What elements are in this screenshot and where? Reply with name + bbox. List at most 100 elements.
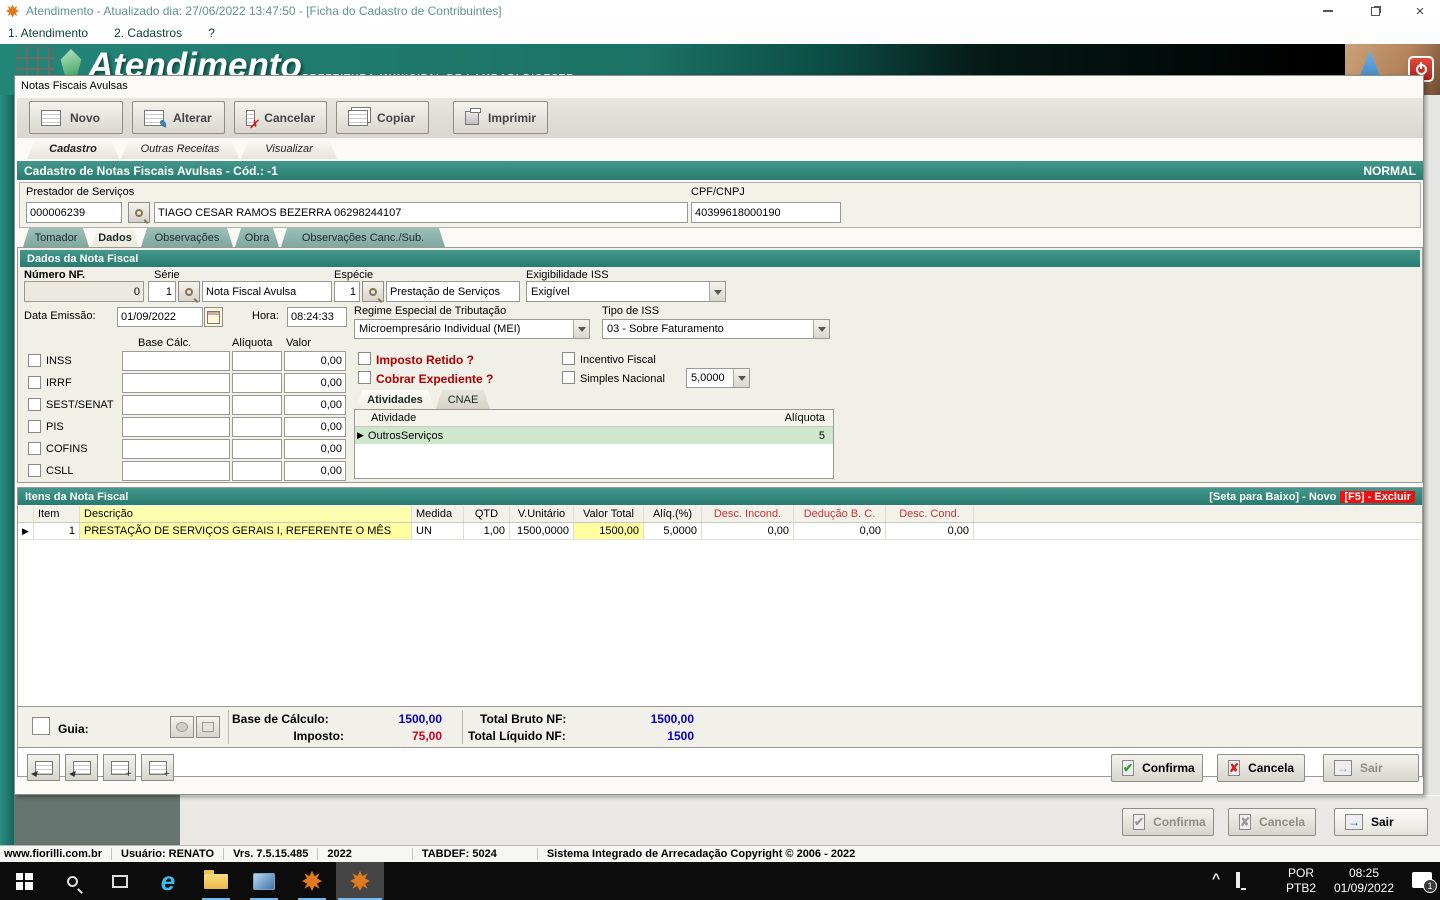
prestador-code-input[interactable] bbox=[26, 202, 122, 223]
menu-help[interactable]: ? bbox=[208, 26, 215, 40]
imposto-retido-checkbox[interactable] bbox=[358, 352, 371, 365]
cpf-input[interactable] bbox=[691, 202, 841, 223]
tab-visualizar[interactable]: Visualizar bbox=[241, 139, 337, 159]
inss-aliquota-input[interactable] bbox=[232, 351, 282, 371]
taskbar-blue-app-button[interactable] bbox=[240, 862, 288, 900]
start-button[interactable] bbox=[0, 862, 48, 900]
tray-network-button[interactable] bbox=[1236, 874, 1240, 886]
irrf-valor-input[interactable] bbox=[284, 373, 346, 393]
irrf-aliquota-input[interactable] bbox=[232, 373, 282, 393]
pis-checkbox[interactable] bbox=[28, 420, 41, 433]
sest-senat-aliquota-input[interactable] bbox=[232, 395, 282, 415]
csll-checkbox[interactable] bbox=[28, 464, 41, 477]
taskbar-explorer-button[interactable] bbox=[192, 862, 240, 900]
tab-obra[interactable]: Obra bbox=[235, 228, 279, 247]
cofins-base-input[interactable] bbox=[122, 439, 230, 459]
csll-valor-input[interactable] bbox=[284, 461, 346, 481]
parent-confirma-button[interactable]: ✔ Confirma bbox=[1122, 808, 1214, 836]
serie-input[interactable] bbox=[148, 281, 176, 302]
nav-insert-record-button[interactable]: + bbox=[103, 754, 136, 781]
tab-atividades[interactable]: Atividades bbox=[356, 390, 434, 409]
inss-valor-input[interactable] bbox=[284, 351, 346, 371]
menu-atendimento[interactable]: 1. Atendimento bbox=[8, 26, 88, 40]
minimize-button[interactable] bbox=[1308, 0, 1348, 22]
guia-print-button[interactable] bbox=[170, 716, 194, 738]
serie-desc-input[interactable] bbox=[202, 281, 332, 302]
task-view-button[interactable] bbox=[96, 862, 144, 900]
item-row[interactable]: ▶ 1 PRESTAÇÃO DE SERVIÇOS GERAIS I, REFE… bbox=[18, 523, 1422, 540]
totals-separator-2 bbox=[462, 710, 463, 744]
taskbar-fiorilli-app2-button[interactable] bbox=[336, 862, 384, 900]
copiar-button[interactable]: Copiar bbox=[336, 101, 429, 134]
hora-input[interactable] bbox=[287, 307, 347, 327]
tab-observacoes[interactable]: Observações bbox=[141, 228, 233, 247]
cancelar-button[interactable]: ✗ Cancelar bbox=[234, 101, 327, 134]
sair-button[interactable]: → Sair bbox=[1323, 754, 1419, 782]
inss-base-input[interactable] bbox=[122, 351, 230, 371]
parent-window-panel: ✔ Confirma ✘ Cancela → Sair bbox=[180, 795, 1440, 845]
incentivo-fiscal-checkbox[interactable] bbox=[562, 352, 575, 365]
pis-aliquota-input[interactable] bbox=[232, 417, 282, 437]
tab-tomador[interactable]: Tomador bbox=[23, 228, 89, 247]
alterar-button[interactable]: ✎ Alterar bbox=[132, 101, 225, 134]
menu-cadastros[interactable]: 2. Cadastros bbox=[114, 26, 182, 40]
csll-aliquota-input[interactable] bbox=[232, 461, 282, 481]
restore-button[interactable] bbox=[1355, 0, 1395, 22]
inss-checkbox[interactable] bbox=[28, 354, 41, 367]
tab-dados[interactable]: Dados bbox=[91, 228, 139, 247]
tab-cadastro[interactable]: Cadastro bbox=[27, 139, 119, 159]
nav-first-record-button[interactable]: ◀ bbox=[27, 754, 60, 781]
cancela-button[interactable]: ✘ Cancela bbox=[1217, 754, 1305, 782]
simples-nacional-checkbox[interactable] bbox=[562, 371, 575, 384]
tray-chevron-button[interactable]: ^ bbox=[1212, 870, 1220, 886]
tipo-iss-select[interactable]: 03 - Sobre Faturamento bbox=[602, 319, 830, 339]
guia-preview-button[interactable] bbox=[196, 716, 220, 738]
nav-prev-record-button[interactable]: ◀ bbox=[65, 754, 98, 781]
imprimir-button[interactable]: Imprimir bbox=[453, 101, 548, 134]
edit-document-icon: ✎ bbox=[144, 110, 164, 126]
tab-outras-receitas[interactable]: Outras Receitas bbox=[121, 139, 239, 159]
sest-senat-valor-input[interactable] bbox=[284, 395, 346, 415]
novo-button[interactable]: Novo bbox=[29, 101, 123, 134]
item-aliq: 5,0000 bbox=[644, 523, 702, 539]
atividade-row[interactable]: ▶ OutrosServiços 5 bbox=[355, 427, 833, 444]
guia-checkbox[interactable] bbox=[32, 717, 50, 735]
parent-cancela-button[interactable]: ✘ Cancela bbox=[1228, 808, 1316, 836]
serie-search-button[interactable] bbox=[178, 281, 200, 302]
taskbar-ie-button[interactable]: e bbox=[144, 862, 192, 900]
tab-observacoes-canc[interactable]: Observações Canc./Sub. bbox=[281, 228, 445, 247]
taskbar-fiorilli-app-button[interactable] bbox=[288, 862, 336, 900]
especie-search-button[interactable] bbox=[362, 281, 384, 302]
taskbar-search-button[interactable] bbox=[48, 862, 96, 900]
pis-base-input[interactable] bbox=[122, 417, 230, 437]
sest-senat-base-input[interactable] bbox=[122, 395, 230, 415]
exigibilidade-select[interactable]: Exigível bbox=[526, 281, 726, 302]
regime-select[interactable]: Microempresário Individual (MEI) bbox=[354, 319, 590, 339]
notification-center-button[interactable]: 1 bbox=[1412, 872, 1432, 888]
nav-last-record-button[interactable]: + bbox=[141, 754, 174, 781]
prestador-name-input[interactable] bbox=[154, 202, 688, 223]
sest-senat-checkbox[interactable] bbox=[28, 398, 41, 411]
close-button[interactable]: × bbox=[1400, 0, 1440, 22]
cofins-aliquota-input[interactable] bbox=[232, 439, 282, 459]
especie-input[interactable] bbox=[334, 281, 360, 302]
prestador-search-button[interactable] bbox=[128, 202, 150, 223]
numero-nf-input[interactable] bbox=[24, 281, 144, 302]
confirma-button[interactable]: ✔ Confirma bbox=[1111, 754, 1203, 782]
calendar-button[interactable] bbox=[204, 307, 223, 327]
tab-cnae[interactable]: CNAE bbox=[436, 390, 490, 409]
pis-valor-input[interactable] bbox=[284, 417, 346, 437]
cobrar-expediente-checkbox[interactable] bbox=[358, 371, 371, 384]
tray-clock-button[interactable]: 08:25 01/09/2022 bbox=[1322, 866, 1406, 896]
parent-sair-button[interactable]: → Sair bbox=[1334, 808, 1428, 836]
tray-language-button[interactable]: POR PTB2 bbox=[1286, 866, 1316, 896]
csll-base-input[interactable] bbox=[122, 461, 230, 481]
alterar-label: Alterar bbox=[173, 111, 212, 125]
especie-desc-input[interactable] bbox=[386, 281, 520, 302]
cofins-valor-input[interactable] bbox=[284, 439, 346, 459]
data-emissao-input[interactable] bbox=[117, 307, 203, 327]
irrf-checkbox[interactable] bbox=[28, 376, 41, 389]
simples-aliquota-select[interactable]: 5,0000 bbox=[686, 368, 750, 388]
irrf-base-input[interactable] bbox=[122, 373, 230, 393]
cofins-checkbox[interactable] bbox=[28, 442, 41, 455]
